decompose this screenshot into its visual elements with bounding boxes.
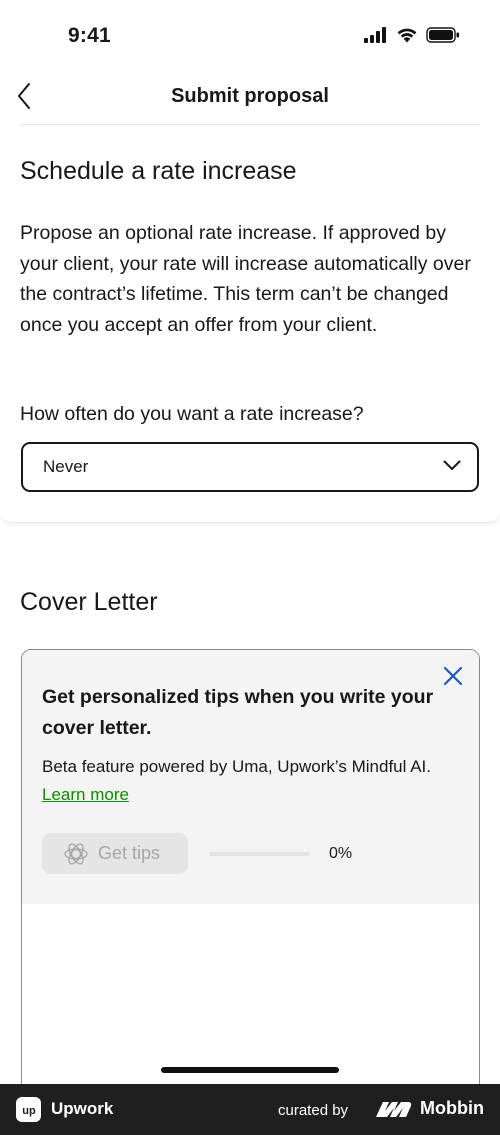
rate-frequency-select[interactable]: Never (21, 442, 479, 492)
tips-progress-label: 0% (329, 845, 353, 862)
cover-letter-title: Cover Letter (20, 588, 158, 616)
tips-text: Beta feature powered by Uma, Upwork’s Mi… (42, 753, 442, 809)
wifi-icon (397, 28, 417, 43)
home-indicator (161, 1067, 339, 1073)
rate-increase-description: Propose an optional rate increase. If ap… (20, 222, 471, 336)
mobbin-logo-icon (376, 1102, 412, 1117)
tips-heading: Get personalized tips when you write you… (42, 686, 434, 739)
rate-increase-section: Schedule a rate increase Propose an opti… (0, 126, 500, 523)
upwork-logo-icon: up (16, 1097, 41, 1122)
get-tips-button[interactable]: Get tips (42, 833, 188, 874)
footer-app-name: Upwork (51, 1099, 114, 1118)
footer-curated-by: curated by (278, 1102, 349, 1119)
signal-icon (364, 27, 386, 43)
uma-sparkle-icon (64, 843, 88, 864)
status-icons (364, 27, 460, 43)
tips-description: Beta feature powered by Uma, Upwork’s Mi… (42, 757, 431, 776)
svg-text:up: up (22, 1105, 36, 1117)
nav-divider (20, 124, 480, 125)
rate-frequency-value: Never (43, 457, 89, 476)
status-time: 9:41 (68, 24, 111, 47)
tips-banner: Get personalized tips when you write you… (22, 650, 479, 904)
page-title: Submit proposal (171, 85, 329, 107)
battery-icon (426, 27, 459, 43)
rate-frequency-label: How often do you want a rate increase? (20, 403, 364, 425)
tips-progress-bar (209, 852, 310, 856)
upwork-logo-mark: up (22, 1105, 36, 1117)
cover-letter-textarea[interactable]: Get personalized tips when you write you… (21, 649, 480, 1109)
status-bar: 9:41 (0, 0, 500, 70)
nav-bar: Submit proposal (0, 70, 500, 126)
footer-bar: up Upwork curated by Mobbin (0, 1084, 500, 1135)
get-tips-label: Get tips (98, 843, 161, 863)
footer-brand-name: Mobbin (420, 1098, 484, 1118)
chevron-down-icon (443, 460, 461, 470)
learn-more-link[interactable]: Learn more (42, 785, 129, 804)
rate-increase-title: Schedule a rate increase (20, 157, 297, 185)
